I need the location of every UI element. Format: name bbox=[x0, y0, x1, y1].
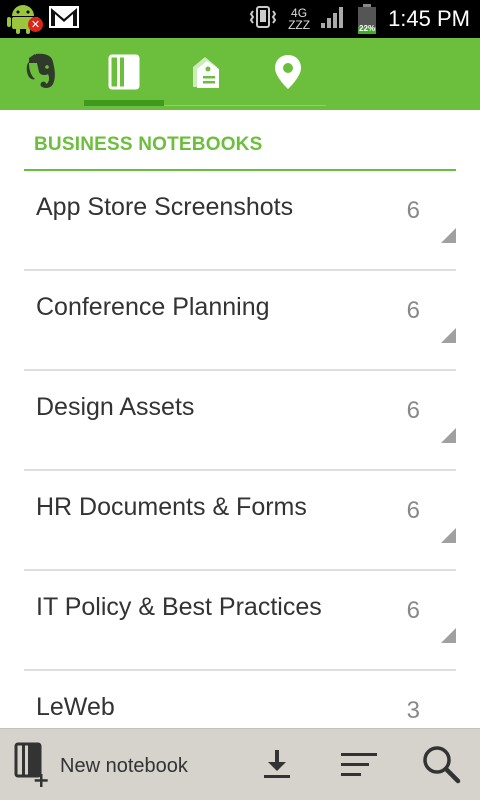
tab-places[interactable] bbox=[248, 38, 328, 110]
notebook-name: LeWeb bbox=[36, 693, 115, 721]
notebook-note-count: 6 bbox=[406, 597, 420, 624]
status-bar: ✕ 4G ZZZ 22% 1:45 PM bbox=[0, 0, 480, 38]
top-toolbar bbox=[0, 38, 480, 110]
tab-tags[interactable] bbox=[166, 38, 246, 110]
network-indicator: 4G ZZZ bbox=[288, 7, 310, 31]
row-corner-indicator-icon bbox=[441, 528, 456, 543]
notification-error-icon: ✕ bbox=[28, 17, 43, 32]
notebook-name: IT Policy & Best Practices bbox=[36, 593, 322, 621]
status-notifications: ✕ bbox=[6, 3, 80, 35]
notebook-note-count: 6 bbox=[406, 397, 420, 424]
vibrate-icon bbox=[248, 5, 278, 33]
row-corner-indicator-icon bbox=[441, 328, 456, 343]
new-notebook-icon bbox=[14, 741, 50, 791]
evernote-logo-button[interactable] bbox=[10, 38, 74, 110]
notebook-note-count: 3 bbox=[406, 697, 420, 724]
notebook-row[interactable]: Conference Planning 6 bbox=[24, 271, 456, 371]
new-notebook-button[interactable]: New notebook bbox=[14, 741, 188, 791]
notebook-row[interactable]: App Store Screenshots 6 bbox=[24, 171, 456, 271]
row-corner-indicator-icon bbox=[441, 428, 456, 443]
notebook-name: App Store Screenshots bbox=[36, 193, 294, 221]
evernote-logo-icon bbox=[20, 50, 64, 98]
gmail-icon bbox=[48, 5, 80, 33]
download-button[interactable] bbox=[254, 743, 300, 789]
notebook-row[interactable]: HR Documents & Forms 6 bbox=[24, 471, 456, 571]
notebook-note-count: 6 bbox=[406, 497, 420, 524]
sleep-indicator: ZZZ bbox=[288, 18, 311, 32]
battery-percent: 22% bbox=[359, 24, 376, 33]
notebook-name: Conference Planning bbox=[36, 293, 270, 321]
places-icon bbox=[273, 53, 303, 95]
notebook-row[interactable]: IT Policy & Best Practices 6 bbox=[24, 571, 456, 671]
download-icon bbox=[260, 747, 294, 785]
notebook-note-count: 6 bbox=[406, 297, 420, 324]
tags-icon bbox=[187, 53, 225, 95]
android-icon: ✕ bbox=[6, 3, 43, 35]
status-system: 4G ZZZ 22% 1:45 PM bbox=[248, 0, 470, 38]
row-corner-indicator-icon bbox=[441, 228, 456, 243]
sort-button[interactable] bbox=[336, 743, 382, 789]
notebook-name: HR Documents & Forms bbox=[36, 493, 307, 521]
notebooks-icon bbox=[107, 53, 141, 95]
row-corner-indicator-icon bbox=[441, 628, 456, 643]
notebook-row[interactable]: Design Assets 6 bbox=[24, 371, 456, 471]
bottom-action-bar: New notebook bbox=[0, 728, 480, 800]
sort-icon bbox=[339, 747, 379, 785]
notebook-name: Design Assets bbox=[36, 393, 195, 421]
active-tab-indicator bbox=[84, 100, 164, 106]
search-button[interactable] bbox=[418, 743, 464, 789]
search-icon bbox=[420, 743, 462, 789]
new-notebook-label: New notebook bbox=[60, 754, 188, 777]
notebook-list: App Store Screenshots 6 Conference Plann… bbox=[24, 171, 456, 771]
tab-divider-line bbox=[164, 105, 326, 106]
signal-icon bbox=[320, 5, 346, 33]
notebook-note-count: 6 bbox=[406, 197, 420, 224]
clock: 1:45 PM bbox=[388, 6, 470, 31]
battery-icon: 22% bbox=[356, 3, 378, 35]
section-title: BUSINESS NOTEBOOKS bbox=[34, 134, 263, 155]
